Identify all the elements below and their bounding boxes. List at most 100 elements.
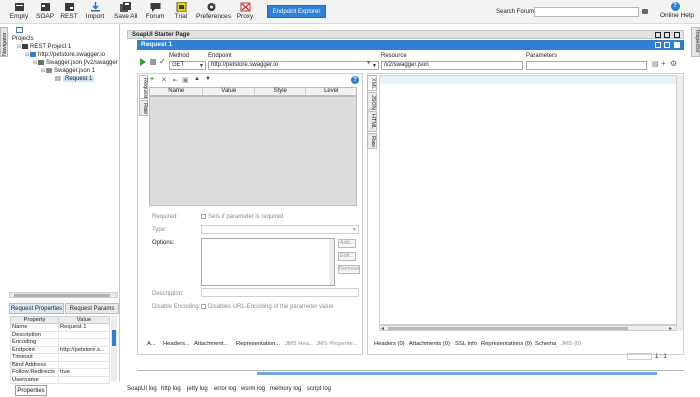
scroll-left-icon[interactable]: ◂ — [381, 325, 384, 332]
forum-button[interactable]: Forum — [145, 2, 165, 23]
options-list[interactable] — [201, 238, 335, 286]
tab-soapui-log[interactable]: SoapUI log — [127, 386, 157, 392]
scroll-thumb[interactable] — [112, 330, 116, 346]
tab-soapui-starter-page[interactable]: SoapUI Starter Page — [127, 30, 684, 39]
column-header-level[interactable]: Level — [306, 88, 356, 95]
close-icon[interactable] — [674, 42, 680, 48]
move-up-icon[interactable]: ▲ — [194, 76, 200, 82]
options-scrollbar[interactable] — [329, 239, 334, 285]
clear-param-icon[interactable]: ▣ — [182, 76, 189, 84]
tab-request-params[interactable]: Request Params — [65, 303, 119, 314]
required-checkbox-row[interactable]: Sets if parameter is required — [201, 214, 283, 220]
tab-wsrm-log[interactable]: wsrm log — [241, 386, 265, 392]
tab-representations[interactable]: Representation... — [236, 341, 280, 347]
main-horizontal-scrollbar[interactable] — [137, 370, 684, 375]
property-value[interactable] — [58, 338, 110, 347]
import-button[interactable]: Import — [84, 2, 106, 23]
response-content-area[interactable] — [379, 75, 677, 325]
tab-response-attachments[interactable]: Attachments (0) — [409, 341, 450, 347]
add-option-button[interactable]: Add... — [338, 239, 356, 248]
properties-vertical-scrollbar[interactable] — [111, 316, 117, 382]
tab-raw[interactable]: Raw — [139, 100, 148, 116]
tab-html[interactable]: HTML — [367, 111, 377, 132]
disable-encoding-checkbox[interactable] — [201, 304, 206, 309]
scroll-thumb[interactable] — [257, 372, 657, 375]
table-row[interactable]: Name Request 1 — [10, 323, 110, 332]
tab-response-jms[interactable]: JMS (0) — [561, 341, 581, 347]
add-param-icon[interactable]: + — [150, 76, 154, 83]
maximize-icon[interactable] — [664, 32, 670, 38]
rest-button[interactable]: REST — [60, 2, 78, 23]
navigator-horizontal-scrollbar[interactable] — [9, 292, 118, 298]
move-param-icon[interactable]: ⇤ — [173, 77, 178, 84]
online-help-button[interactable]: ? Online Help — [660, 2, 694, 19]
edit-option-button[interactable]: Edit... — [338, 252, 356, 261]
response-vertical-scrollbar[interactable] — [677, 75, 683, 331]
collapse-all-icon[interactable] — [16, 27, 23, 33]
float-window-icon[interactable] — [655, 42, 661, 48]
tab-raw-response[interactable]: Raw — [367, 133, 377, 149]
endpoint-explorer-button[interactable]: Endpoint Explorer — [267, 5, 326, 18]
tab-jms-headers[interactable]: JMS Hea... — [285, 341, 314, 347]
table-row[interactable]: Username — [10, 375, 110, 384]
table-row[interactable]: Bind Address — [10, 360, 110, 369]
close-icon[interactable] — [674, 32, 680, 38]
params-table-body[interactable] — [149, 96, 357, 206]
type-select[interactable]: ▼ — [201, 225, 359, 234]
property-value[interactable] — [58, 353, 110, 362]
tab-xml[interactable]: XML — [367, 75, 377, 91]
search-forum-input[interactable] — [534, 7, 639, 17]
proxy-button[interactable]: Proxy — [236, 2, 254, 23]
scroll-thumb[interactable] — [14, 294, 110, 297]
table-row[interactable]: Endpoint http://petstore.s... — [10, 345, 110, 354]
column-header-style[interactable]: Style — [255, 88, 307, 95]
maximize-icon[interactable] — [664, 42, 670, 48]
check-icon[interactable]: ✓ — [159, 57, 166, 66]
add-param-icon[interactable]: + — [661, 59, 666, 68]
table-row[interactable]: Description — [10, 330, 110, 339]
tab-ssl-info[interactable]: SSL Info — [455, 341, 477, 347]
table-row[interactable]: Timeout — [10, 353, 110, 362]
tree-item-service[interactable]: ⊟ http://petstore.swagger.io — [25, 52, 105, 58]
float-window-icon[interactable] — [655, 32, 661, 38]
soap-button[interactable]: SOAP — [36, 2, 54, 23]
table-row[interactable]: Follow Redirects true — [10, 368, 110, 377]
property-value[interactable] — [58, 375, 110, 384]
endpoint-select[interactable]: http://petstore.swagger.io ▼ — [208, 61, 379, 70]
tab-schema[interactable]: Schema — [535, 341, 556, 347]
scroll-right-icon[interactable]: ▸ — [669, 325, 672, 332]
remove-param-icon[interactable]: ✕ — [161, 76, 167, 84]
inspector-side-tab[interactable]: Inspector — [691, 27, 700, 57]
remove-option-button[interactable]: Remove — [338, 265, 360, 274]
properties-button[interactable]: Properties — [15, 385, 47, 396]
required-checkbox[interactable] — [201, 214, 206, 219]
property-value[interactable]: true — [58, 368, 110, 377]
response-horizontal-scrollbar[interactable] — [379, 325, 677, 331]
tab-http-log[interactable]: http log — [161, 386, 181, 392]
settings-icon[interactable]: ⚙ — [670, 59, 677, 68]
column-header-value[interactable]: Value — [203, 88, 255, 95]
tab-error-log[interactable]: error log — [214, 386, 236, 392]
tab-request-properties[interactable]: Request Properties — [9, 303, 64, 314]
preferences-button[interactable]: Preferences — [196, 2, 231, 23]
scroll-thumb[interactable] — [388, 327, 628, 330]
chevron-down-icon[interactable]: ▼ — [366, 60, 371, 66]
tab-script-log[interactable]: script log — [307, 386, 331, 392]
parameters-input[interactable] — [526, 61, 647, 70]
tab-request[interactable]: Request — [139, 75, 148, 99]
tree-item-project[interactable]: ⊟ REST Project 1 — [17, 44, 71, 50]
tab-response-headers[interactable]: Headers (0) — [374, 341, 405, 347]
property-value[interactable]: http://petstore.s... — [58, 345, 110, 354]
column-header-name[interactable]: Name — [150, 88, 204, 95]
tree-item-request[interactable]: Request 1 — [55, 76, 95, 83]
tab-jms-properties[interactable]: JMS Propertie... — [316, 341, 358, 347]
save-all-button[interactable]: Save All — [114, 2, 138, 23]
tab-response-representations[interactable]: Representations (0) — [481, 341, 532, 347]
move-down-icon[interactable]: ▼ — [205, 76, 211, 82]
tab-memory-log[interactable]: memory log — [270, 386, 301, 392]
table-row[interactable]: Encoding — [10, 338, 110, 347]
copy-params-icon[interactable]: ▤ — [652, 60, 659, 68]
navigator-side-tab[interactable]: Navigator — [0, 27, 8, 57]
tree-item-method[interactable]: ⊟ Swagger.json 1 — [41, 68, 95, 74]
tree-item-resource[interactable]: ⊟ Swagger.json [/v2/swagger — [33, 60, 118, 66]
